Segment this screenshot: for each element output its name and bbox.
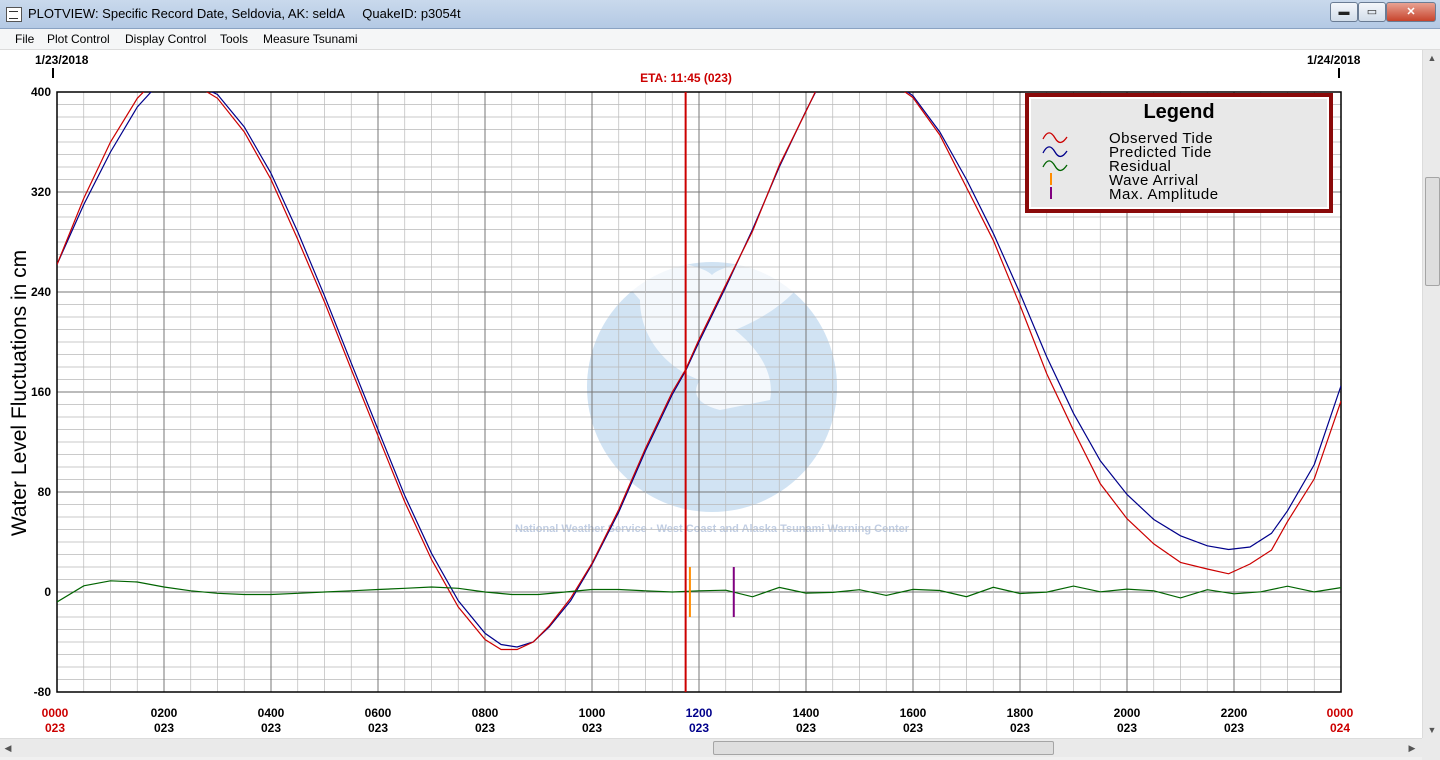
observed-wave-icon: [1042, 132, 1068, 144]
x-tick-time: 0000: [1327, 706, 1354, 720]
x-tick-day: 023: [582, 721, 602, 735]
y-tick-label: 80: [38, 485, 52, 499]
x-tick-time: 1200: [686, 706, 713, 720]
x-tick-time: 0200: [151, 706, 178, 720]
x-tick-day: 023: [689, 721, 709, 735]
x-tick-time: 1400: [793, 706, 820, 720]
y-tick-label: 0: [44, 585, 51, 599]
vertical-scrollbar[interactable]: ▲ ▼: [1422, 50, 1440, 738]
eta-label: ETA: 11:45 (023): [640, 71, 732, 85]
scroll-up-arrow-icon[interactable]: ▲: [1423, 50, 1440, 66]
horizontal-scroll-thumb[interactable]: [713, 741, 1054, 755]
x-tick-day: 023: [368, 721, 388, 735]
legend-item-observed: Observed Tide: [1029, 130, 1329, 147]
x-tick-day: 023: [1224, 721, 1244, 735]
x-tick-day: 023: [475, 721, 495, 735]
legend-item-wave-arrival: Wave Arrival: [1029, 172, 1329, 189]
x-tick-time: 1800: [1007, 706, 1034, 720]
y-tick-label: 160: [31, 385, 51, 399]
legend-label: Max. Amplitude: [1109, 186, 1219, 203]
x-tick-time: 1600: [900, 706, 927, 720]
y-axis-label: Water Level Fluctuations in cm: [8, 250, 31, 536]
legend-item-max-amplitude: Max. Amplitude: [1029, 186, 1329, 203]
y-tick-label: 240: [31, 285, 51, 299]
x-tick-day: 023: [1117, 721, 1137, 735]
predicted-wave-icon: [1042, 146, 1068, 158]
y-axis: -80 0 80 160 240 320 400: [31, 85, 51, 699]
x-tick-day: 023: [154, 721, 174, 735]
scroll-left-arrow-icon[interactable]: ◀: [0, 739, 16, 757]
legend-box[interactable]: Legend Observed Tide Predicted Tide Resi…: [1025, 93, 1333, 213]
watermark-text: National Weather Service · West Coast an…: [515, 523, 910, 535]
x-tick-day: 024: [1330, 721, 1350, 735]
horizontal-scrollbar[interactable]: ◀ ▶: [0, 738, 1422, 757]
legend-title: Legend: [1143, 101, 1215, 123]
x-tick-time: 0000: [42, 706, 69, 720]
y-tick-label: 320: [31, 185, 51, 199]
x-tick-day: 023: [903, 721, 923, 735]
max-amplitude-bar-icon: [1050, 187, 1052, 199]
scroll-down-arrow-icon[interactable]: ▼: [1423, 722, 1440, 738]
x-tick-time: 0800: [472, 706, 499, 720]
x-tick-day: 023: [45, 721, 65, 735]
legend-item-residual: Residual: [1029, 158, 1329, 175]
date-right-label: 1/24/2018: [1307, 53, 1361, 67]
x-tick-time: 2000: [1114, 706, 1141, 720]
date-left-label: 1/23/2018: [35, 53, 89, 67]
x-tick-day: 023: [1010, 721, 1030, 735]
x-axis: 0000023020002304000230600023080002310000…: [42, 706, 1354, 735]
x-tick-time: 1000: [579, 706, 606, 720]
x-tick-day: 023: [261, 721, 281, 735]
x-tick-day: 023: [796, 721, 816, 735]
noaa-watermark: National Weather Service · West Coast an…: [515, 261, 910, 535]
x-tick-time: 0600: [365, 706, 392, 720]
y-tick-label: 400: [31, 85, 51, 99]
size-grip[interactable]: [1422, 738, 1440, 760]
x-tick-time: 2200: [1221, 706, 1248, 720]
wave-arrival-bar-icon: [1050, 173, 1052, 185]
x-tick-time: 0400: [258, 706, 285, 720]
residual-wave-icon: [1042, 160, 1068, 172]
y-tick-label: -80: [34, 685, 52, 699]
scroll-right-arrow-icon[interactable]: ▶: [1404, 739, 1420, 757]
legend-item-predicted: Predicted Tide: [1029, 144, 1329, 161]
vertical-scroll-thumb[interactable]: [1425, 177, 1440, 286]
